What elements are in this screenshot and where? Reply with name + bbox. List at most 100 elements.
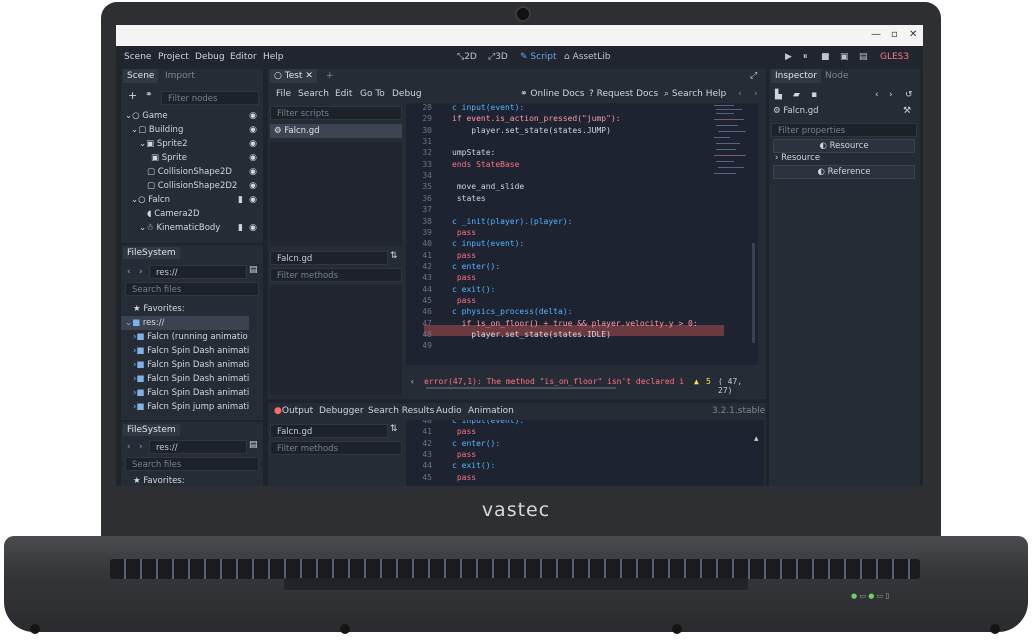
nav-back-icon[interactable]: ‹ [127,267,131,277]
tab-node[interactable]: Node [821,69,853,83]
code-line[interactable]: if event.is_action_pressed("jump"): [452,114,621,123]
script-menu-goto[interactable]: Go To [360,89,385,99]
filter-nodes-input[interactable]: Filter nodes [161,91,259,105]
tree-node[interactable]: ◖ Camera2D [121,207,263,221]
script-list-item[interactable]: ⚙ Falcn.gd [270,124,402,138]
visibility-icon[interactable]: ◉ [249,123,257,137]
code-line[interactable]: if is_on_floor() + true && player.veloci… [452,319,698,328]
split-view-icon[interactable]: ▤ [249,440,258,450]
inspector-object[interactable]: ⚙ Falcn.gd [773,106,819,116]
error-message[interactable]: error(47,1): The method "is_on_floor" is… [424,377,684,386]
add-node-icon[interactable]: + [128,89,137,102]
tree-node[interactable]: ⌄▢ Building ◉ [121,123,263,137]
history-icon[interactable]: ↺ [905,90,913,100]
code-line[interactable]: c enter(): [452,262,500,271]
filter-scripts-input[interactable]: Filter scripts [270,106,402,120]
menu-scene[interactable]: Scene [124,52,151,62]
play-scene-icon[interactable]: ▣ [840,52,849,62]
code-line[interactable]: pass [452,296,476,305]
file-row[interactable]: ›■ Falcn Spin Dash animati [121,386,249,400]
code-editor[interactable]: 28 c input(event): 29 if event.is_action_pr… [406,103,758,365]
file-row[interactable]: ›■ Falcn (running animatio [121,330,248,344]
code-line[interactable]: pass [452,427,476,436]
favorites-row[interactable]: ★ Favorites: [121,302,263,316]
maximize-icon[interactable]: ▫ [891,29,898,40]
path-field[interactable]: res:// [149,440,247,454]
code-line[interactable]: c input(event): [452,239,524,248]
sort-icon[interactable]: ⇅ [390,251,398,261]
pause-icon[interactable]: ⏸ [803,52,808,62]
play-icon[interactable]: ▶ [785,52,792,62]
tab-search-results[interactable]: Search Results [368,406,434,416]
tree-node[interactable]: ⌄☃ KinematicBody ▮ ◉ [121,221,263,235]
menu-help[interactable]: Help [263,52,284,62]
filter-methods-input[interactable]: Filter methods [270,268,402,282]
script-menu-search[interactable]: Search [298,89,329,99]
code-line[interactable]: pass [452,228,476,237]
online-docs-button[interactable]: ⚭ Online Docs [520,89,584,99]
script-menu-file[interactable]: File [276,89,291,99]
script-icon[interactable]: ▮ [238,221,243,235]
workspace-assetlib[interactable]: ⌂ AssetLib [564,52,610,62]
split-view-icon[interactable]: ▤ [249,265,258,275]
search-files-input[interactable]: Search files [125,282,259,296]
code-line[interactable]: c input(event): [452,420,524,425]
visibility-icon[interactable]: ◉ [249,179,257,193]
code-line[interactable]: c input(event): [452,103,524,112]
tree-node[interactable]: ▢ CollisionShape2D ◉ [121,165,263,179]
stop-icon[interactable]: ■ [821,52,830,62]
history-forward-icon[interactable]: › [754,89,758,99]
tab-scene[interactable]: Scene [123,69,159,83]
tab-filesystem[interactable]: FileSystem [123,247,180,259]
workspace-3d[interactable]: ⤢3D [488,52,508,62]
favorites-row[interactable]: ★ Favorites: [121,474,263,486]
visibility-icon[interactable]: ◉ [249,221,257,235]
history-back-icon[interactable]: ‹ [875,90,879,100]
tree-node[interactable]: ⌄○ Game ◉ [121,109,263,123]
tab-inspector[interactable]: Inspector [771,69,821,83]
renderer-select[interactable]: GLES3 [880,52,909,62]
object-tools-icon[interactable]: ⚒ [903,106,911,116]
request-docs-button[interactable]: ? Request Docs [589,89,658,99]
tab-test[interactable]: ○ Test ✕ [270,69,317,83]
visibility-icon[interactable]: ◉ [249,137,257,151]
link-icon[interactable]: ⚭ [145,90,153,100]
tab-output[interactable]: ●Output [274,406,313,416]
search-files-input[interactable]: Search files [125,457,259,471]
file-row[interactable]: ›■ Falcn Spin Dash animati [121,372,249,386]
filter-methods-input[interactable]: Filter methods [270,441,402,455]
file-row[interactable]: ›■ Falcn Spin Dash animati [121,358,249,372]
code-line[interactable]: c exit(): [452,285,495,294]
toggle-scripts-icon[interactable]: ‹ [410,377,415,386]
path-field[interactable]: res:// [149,265,247,279]
history-back-icon[interactable]: ‹ [738,89,742,99]
tree-node[interactable]: ⌄○ Falcn ▮ ◉ [121,193,263,207]
code-line[interactable]: c enter(): [452,439,500,448]
code-line[interactable]: move_and_slide [452,182,524,191]
code-line[interactable]: player.set_state(states.IDLE) [452,330,611,339]
play-custom-icon[interactable]: ▤ [859,52,868,62]
script-menu-edit[interactable]: Edit [335,89,352,99]
tab-audio[interactable]: Audio [436,406,462,416]
close-tab-icon[interactable]: ✕ [305,71,313,81]
code-line[interactable]: states [452,194,486,203]
nav-forward-icon[interactable]: › [139,267,143,277]
file-row[interactable]: ›■ Falcn Spin jump animati [121,400,249,414]
tab-animation[interactable]: Animation [468,406,514,416]
code-line[interactable]: umpState: [452,148,495,157]
script-icon[interactable]: ▮ [238,193,243,207]
tree-node[interactable]: ▢ CollisionShape2D2 ◉ [121,179,263,193]
nav-back-icon[interactable]: ‹ [127,442,131,452]
visibility-icon[interactable]: ◉ [249,151,257,165]
tab-import[interactable]: Import [161,69,199,83]
scroll-up-icon[interactable]: ▴ [754,434,759,444]
code-scrollbar[interactable] [752,243,755,343]
resource-section[interactable]: › Resource [775,153,820,163]
menu-editor[interactable]: Editor [230,52,257,62]
menu-debug[interactable]: Debug [195,52,225,62]
tree-node[interactable]: ⌄▣ Sprite2 ◉ [121,137,263,151]
menu-project[interactable]: Project [158,52,189,62]
code-line[interactable]: player.set_state(states.JUMP) [452,126,611,135]
history-forward-icon[interactable]: › [889,90,893,100]
code-line[interactable]: pass [452,473,476,482]
